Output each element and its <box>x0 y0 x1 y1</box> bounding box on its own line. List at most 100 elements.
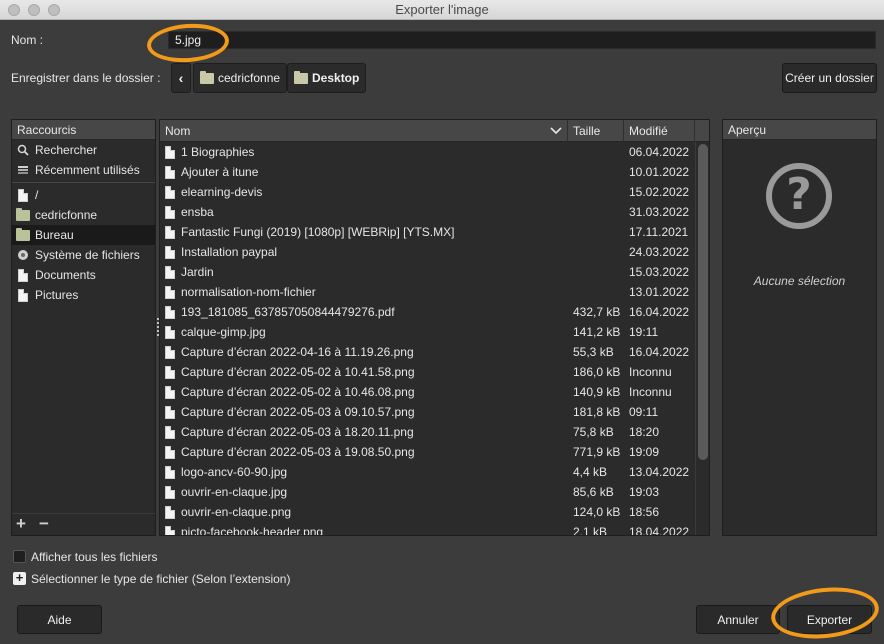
document-icon <box>165 225 175 239</box>
file-size: 75,8 kB <box>573 425 614 439</box>
file-name-cell: calque-gimp.jpg <box>165 322 266 342</box>
file-name: ouvrir-en-claque.jpg <box>181 485 288 499</box>
file-row[interactable]: Fantastic Fungi (2019) [1080p] [WEBRip] … <box>160 222 693 242</box>
file-row[interactable]: Ajouter à itune 10.01.2022 <box>160 162 693 182</box>
file-name: normalisation-nom-fichier <box>181 285 316 299</box>
places-item-bureau[interactable]: Bureau <box>12 225 155 245</box>
file-name: Capture d’écran 2022-05-03 à 09.10.57.pn… <box>181 405 415 419</box>
file-modified: 19:11 <box>629 325 659 339</box>
folder-icon <box>294 70 308 84</box>
preview-empty-label: Aucune sélection <box>753 274 846 288</box>
file-name-cell: Capture d’écran 2022-05-03 à 19.08.50.pn… <box>165 442 415 462</box>
file-row[interactable]: normalisation-nom-fichier 13.01.2022 <box>160 282 693 302</box>
file-row[interactable]: Capture d’écran 2022-05-02 à 10.41.58.pn… <box>160 362 693 382</box>
file-row[interactable]: ensba 31.03.2022 <box>160 202 693 222</box>
file-name: Capture d’écran 2022-05-03 à 19.08.50.pn… <box>181 445 415 459</box>
file-row[interactable]: 1 Biographies 06.04.2022 <box>160 142 693 162</box>
search-icon <box>16 143 30 157</box>
file-size: 2,1 kB <box>573 525 608 536</box>
file-list-scrollbar[interactable] <box>695 142 709 535</box>
places-item-search[interactable]: Rechercher <box>12 140 155 160</box>
file-row[interactable]: Installation paypal 24.03.2022 <box>160 242 693 262</box>
file-row[interactable]: calque-gimp.jpg 141,2 kB 19:11 <box>160 322 693 342</box>
breadcrumb-item-cedricfonne[interactable]: cedricfonne <box>193 63 288 93</box>
file-size: 771,9 kB <box>573 445 621 459</box>
filename-annotation-circle <box>145 21 231 65</box>
file-type-expander-icon[interactable]: + <box>13 571 26 585</box>
file-row[interactable]: Capture d’écran 2022-05-03 à 19.08.50.pn… <box>160 442 693 462</box>
places-item-cedricfonne[interactable]: cedricfonne <box>12 205 155 225</box>
folder-icon <box>200 70 214 84</box>
export-annotation-circle <box>768 582 882 644</box>
file-name: Capture d’écran 2022-05-02 à 10.41.58.pn… <box>181 365 415 379</box>
file-modified: 06.04.2022 <box>629 145 690 159</box>
column-header-name[interactable]: Nom <box>160 120 568 142</box>
file-name-cell: logo-ancv-60-90.jpg <box>165 462 287 482</box>
file-row[interactable]: Capture d’écran 2022-04-16 à 11.19.26.pn… <box>160 342 693 362</box>
remove-bookmark-button[interactable]: − <box>39 514 49 534</box>
document-icon <box>165 145 175 159</box>
file-name: 1 Biographies <box>181 145 255 159</box>
cancel-button[interactable]: Annuler <box>696 605 780 634</box>
file-name-cell: picto-facebook-header.png <box>165 522 323 535</box>
file-modified: 19:09 <box>629 445 660 459</box>
file-modified: 31.03.2022 <box>629 205 690 219</box>
file-modified: Inconnu <box>629 365 672 379</box>
show-all-files-label: Afficher tous les fichiers <box>31 550 158 564</box>
file-name-cell: 193_181085_637857050844479276.pdf <box>165 302 395 322</box>
breadcrumb-item-desktop[interactable]: Desktop <box>287 63 367 93</box>
file-row[interactable]: ouvrir-en-claque.png 124,0 kB 18:56 <box>160 502 693 522</box>
file-size: 4,4 kB <box>573 465 608 479</box>
file-row[interactable]: Capture d’écran 2022-05-03 à 09.10.57.pn… <box>160 402 693 422</box>
file-row[interactable]: elearning-devis 15.02.2022 <box>160 182 693 202</box>
file-size: 124,0 kB <box>573 505 621 519</box>
document-icon <box>16 288 30 302</box>
file-name: Capture d’écran 2022-05-02 à 10.46.08.pn… <box>181 385 415 399</box>
help-button[interactable]: Aide <box>17 605 102 634</box>
document-icon <box>165 365 175 379</box>
file-name: calque-gimp.jpg <box>181 325 266 339</box>
document-icon <box>165 385 175 399</box>
places-item-filesystem[interactable]: Système de fichiers <box>12 245 155 265</box>
places-separator <box>12 182 155 183</box>
places-item-documents[interactable]: Documents <box>12 265 155 285</box>
column-header-size[interactable]: Taille <box>568 120 624 142</box>
scrollbar-thumb[interactable] <box>698 144 708 460</box>
file-row[interactable]: ouvrir-en-claque.jpg 85,6 kB 19:03 <box>160 482 693 502</box>
file-row[interactable]: Capture d’écran 2022-05-02 à 10.46.08.pn… <box>160 382 693 402</box>
file-modified: 16.04.2022 <box>629 345 690 359</box>
file-row[interactable]: picto-facebook-header.png 2,1 kB 18.04.202… <box>160 522 693 536</box>
create-folder-button[interactable]: Créer un dossier <box>782 63 877 93</box>
file-name-cell: Capture d’écran 2022-05-02 à 10.41.58.pn… <box>165 362 415 382</box>
file-size: 55,3 kB <box>573 345 614 359</box>
places-item-pictures[interactable]: Pictures <box>12 285 155 305</box>
document-icon <box>165 525 175 535</box>
file-row[interactable]: logo-ancv-60-90.jpg 4,4 kB 13.04.2022 <box>160 462 693 482</box>
zoom-window-button[interactable] <box>48 4 60 16</box>
file-name-cell: Fantastic Fungi (2019) [1080p] [WEBRip] … <box>165 222 454 242</box>
close-window-button[interactable] <box>8 4 20 16</box>
file-type-expander-label[interactable]: Sélectionner le type de fichier (Selon l… <box>31 572 290 586</box>
file-row[interactable]: Jardin 15.03.2022 <box>160 262 693 282</box>
document-icon <box>165 425 175 439</box>
breadcrumb-back-button[interactable]: ‹ <box>171 63 191 93</box>
file-modified: 17.11.2021 <box>629 225 689 239</box>
show-all-files-checkbox[interactable] <box>13 550 26 563</box>
column-header-modified[interactable]: Modifié <box>624 120 695 142</box>
file-modified: 19:03 <box>629 485 660 499</box>
places-item-root[interactable]: / <box>12 185 155 205</box>
file-row[interactable]: 193_181085_637857050844479276.pdf 432,7 k… <box>160 302 693 322</box>
file-name: Jardin <box>181 265 214 279</box>
file-name: 193_181085_637857050844479276.pdf <box>181 305 395 319</box>
add-bookmark-button[interactable]: + <box>16 514 26 534</box>
filename-input[interactable] <box>168 31 876 49</box>
preview-panel: Aperçu ? Aucune sélection <box>722 119 877 536</box>
folder-icon <box>16 207 30 222</box>
minimize-window-button[interactable] <box>28 4 40 16</box>
document-icon <box>165 505 175 519</box>
file-row[interactable]: Capture d’écran 2022-05-03 à 18.20.11.pn… <box>160 422 693 442</box>
places-item-recent[interactable]: Récemment utilisés <box>12 160 155 180</box>
breadcrumb-label: Desktop <box>312 71 360 85</box>
document-icon <box>16 268 30 282</box>
file-modified: 18:56 <box>629 505 660 519</box>
